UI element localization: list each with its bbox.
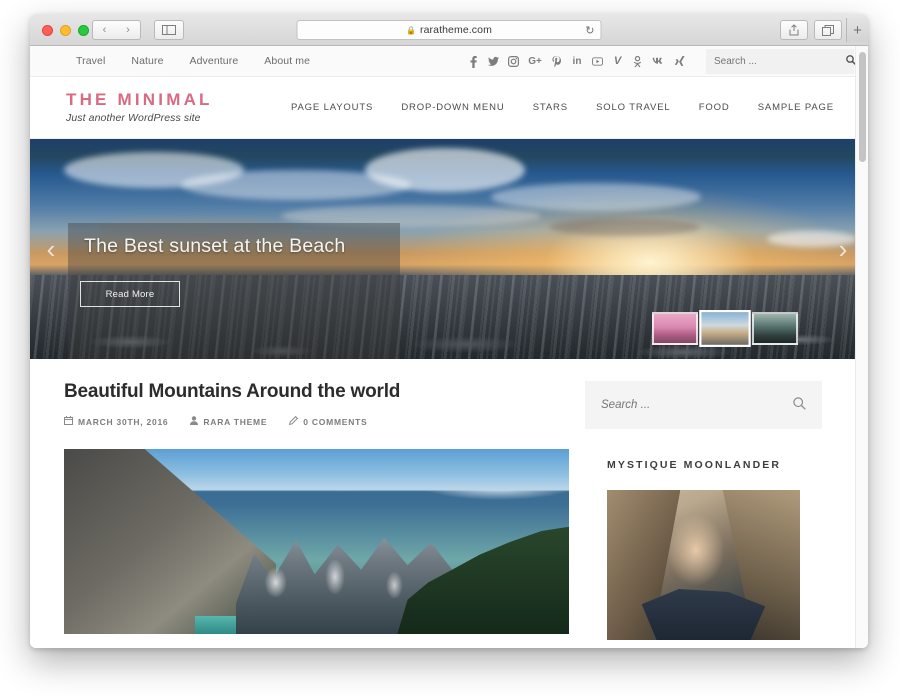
tabs-icon <box>822 24 834 36</box>
top-utility-bar: Travel Nature Adventure About me G+ in V… <box>30 46 868 77</box>
page-scrollbar[interactable] <box>855 46 868 648</box>
nav-item-stars[interactable]: STARS <box>533 102 568 113</box>
new-tab-button[interactable]: + <box>846 18 868 42</box>
browser-titlebar: ‹ › 🔒 raratheme.com ↻ + <box>30 14 868 46</box>
back-button[interactable]: ‹ <box>92 20 117 40</box>
post-comments-text[interactable]: 0 COMMENTS <box>303 417 367 427</box>
content-area: Beautiful Mountains Around the world MAR… <box>30 359 868 640</box>
xing-icon[interactable] <box>674 55 685 68</box>
vimeo-icon[interactable]: V <box>612 56 623 68</box>
hero-thumbnail-strip <box>652 310 798 347</box>
pinterest-icon[interactable] <box>551 55 562 68</box>
post-title[interactable]: Beautiful Mountains Around the world <box>64 381 569 403</box>
nav-item-food[interactable]: FOOD <box>699 102 730 113</box>
sidebar-search-input[interactable] <box>601 399 793 411</box>
site-title: THE MINIMAL <box>66 89 213 109</box>
address-bar[interactable]: 🔒 raratheme.com ↻ <box>296 20 602 40</box>
primary-column: Beautiful Mountains Around the world MAR… <box>64 381 569 640</box>
window-minimize-button[interactable] <box>60 25 71 36</box>
search-icon[interactable] <box>793 397 806 413</box>
page-viewport: Travel Nature Adventure About me G+ in V… <box>30 46 868 648</box>
widget-title: MYSTIQUE MOONLANDER <box>607 459 782 471</box>
user-icon <box>190 416 199 427</box>
hero-thumbnail-1[interactable] <box>652 312 698 345</box>
hero-read-more-button[interactable]: Read More <box>80 281 180 307</box>
nav-item-sample-page[interactable]: SAMPLE PAGE <box>758 102 834 113</box>
google-plus-icon[interactable]: G+ <box>528 56 542 68</box>
post-meta: MARCH 30TH, 2016 RARA THEME 0 COMMENTS <box>64 415 569 427</box>
instagram-icon[interactable] <box>508 56 519 68</box>
top-search-box[interactable] <box>706 49 856 74</box>
reload-button[interactable]: ↻ <box>585 24 594 37</box>
post-author-text[interactable]: RARA THEME <box>203 417 267 427</box>
sidebar-column: MYSTIQUE MOONLANDER <box>585 381 822 640</box>
sidebar-widget: MYSTIQUE MOONLANDER <box>585 459 822 640</box>
share-button[interactable] <box>780 20 808 40</box>
hero-thumbnail-3[interactable] <box>752 312 798 345</box>
show-tabs-button[interactable] <box>814 20 842 40</box>
slider-next-arrow-icon[interactable]: › <box>830 229 856 269</box>
twitter-icon[interactable] <box>488 56 499 68</box>
browser-window: ‹ › 🔒 raratheme.com ↻ + Travel Nature Ad… <box>30 14 868 648</box>
calendar-icon <box>64 416 73 427</box>
site-masthead: THE MINIMAL Just another WordPress site … <box>30 77 868 139</box>
main-navigation: PAGE LAYOUTS DROP-DOWN MENU STARS SOLO T… <box>281 102 840 113</box>
top-menu-item-travel[interactable]: Travel <box>76 55 131 67</box>
post-date: MARCH 30TH, 2016 <box>64 416 168 427</box>
top-menu-item-adventure[interactable]: Adventure <box>190 55 265 67</box>
post-date-text: MARCH 30TH, 2016 <box>78 416 169 427</box>
post-featured-image[interactable] <box>64 449 569 634</box>
linkedin-icon[interactable]: in <box>571 56 583 68</box>
top-menu: Travel Nature Adventure About me <box>76 55 336 67</box>
sidebar-icon <box>162 25 176 35</box>
page-scrollbar-thumb[interactable] <box>859 52 866 162</box>
top-search-input[interactable] <box>714 56 846 67</box>
site-branding[interactable]: THE MINIMAL Just another WordPress site <box>66 89 281 125</box>
nav-item-drop-down-menu[interactable]: DROP-DOWN MENU <box>401 102 504 113</box>
hero-title: The Best sunset at the Beach <box>84 235 346 257</box>
share-icon <box>789 24 799 36</box>
window-close-button[interactable] <box>42 25 53 36</box>
window-maximize-button[interactable] <box>78 25 89 36</box>
social-icons: G+ in V <box>468 46 685 77</box>
widget-image[interactable] <box>607 490 800 640</box>
hero-thumbnail-2[interactable] <box>699 310 751 347</box>
vk-icon[interactable] <box>652 56 665 68</box>
sidebar-search-box[interactable] <box>585 381 822 429</box>
nav-item-solo-travel[interactable]: SOLO TRAVEL <box>596 102 670 113</box>
pencil-icon <box>289 415 299 427</box>
odnoklassniki-icon[interactable] <box>632 55 643 68</box>
site-tagline: Just another WordPress site <box>66 112 201 125</box>
url-text: raratheme.com <box>420 24 492 36</box>
slider-prev-arrow-icon[interactable]: ‹ <box>38 229 64 269</box>
top-menu-item-nature[interactable]: Nature <box>131 55 189 67</box>
facebook-icon[interactable] <box>468 55 479 68</box>
youtube-icon[interactable] <box>592 56 603 68</box>
post-comments: 0 COMMENTS <box>289 415 367 427</box>
forward-button[interactable]: › <box>116 20 141 40</box>
lock-icon: 🔒 <box>406 25 417 35</box>
post-author: RARA THEME <box>190 416 267 427</box>
nav-item-page-layouts[interactable]: PAGE LAYOUTS <box>291 102 373 113</box>
sidebar-toggle-button[interactable] <box>154 20 184 40</box>
top-menu-item-about-me[interactable]: About me <box>264 55 336 67</box>
hero-slider: The Best sunset at the Beach Read More ‹… <box>30 139 868 359</box>
